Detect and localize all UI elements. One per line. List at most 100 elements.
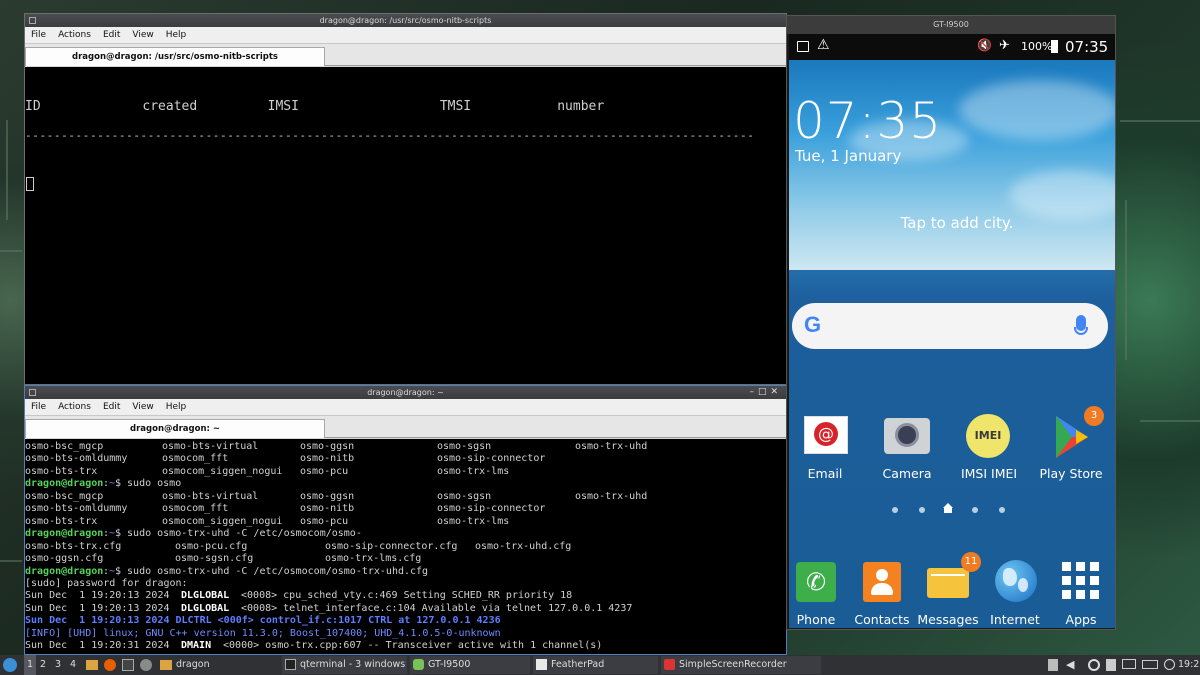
menu-file[interactable]: File [25,399,52,416]
terminal-output[interactable]: ID created IMSI TMSI number ------------… [25,67,786,384]
menu-help[interactable]: Help [160,27,193,44]
tray-battery-icon[interactable] [1142,660,1158,669]
google-search-bar[interactable]: G [792,303,1108,349]
terminal-text-segment: osmo-bts-omldummy [25,503,128,515]
tray-upload-icon[interactable] [1048,659,1058,671]
menu-actions[interactable]: Actions [52,27,97,44]
terminal-text-segment: DMAIN [181,640,212,652]
terminal-icon [285,659,296,670]
terminal-text-segment: osmo-bts-trx [25,515,98,527]
terminal-line: osmo-bts-omldummy osmocom_fft osmo-nitb osm… [25,503,786,516]
airplane-icon: ✈ [999,38,1010,53]
file-manager-icon[interactable] [86,660,98,670]
terminal-text-segment: Sun Dec 1 19:20:31 2024 [25,640,176,652]
workspace-2[interactable]: 2 [40,655,46,675]
tray-volume-icon[interactable]: ◀ [1066,655,1074,675]
folder-dragon-label[interactable]: dragon [176,655,210,675]
terminal-text-segment: <0008> telnet_interface.c:104 Available … [235,602,633,614]
terminal-line: osmo-bts-trx.cfg osmo-pcu.cfg osmo-sip-con… [25,541,786,554]
terminal-tab[interactable]: dragon@dragon: /usr/src/osmo-nitb-script… [25,47,325,66]
minimize-icon[interactable]: – [749,387,758,397]
window-menu-icon[interactable] [29,17,36,24]
terminal-launcher-icon[interactable] [122,659,134,671]
app-internet[interactable]: Internet [979,560,1051,627]
firefox-icon[interactable] [104,659,116,671]
terminal-text-segment: osmo-ggsn [300,490,355,502]
terminal-text-segment: osmo-trx-lms [437,515,510,527]
taskbar-clock[interactable]: 19:20 [1178,655,1200,675]
app-phone[interactable]: ✆ Phone [789,560,852,627]
menu-help[interactable]: Help [160,399,193,416]
menu-view[interactable]: View [126,27,159,44]
window-menu-icon[interactable] [29,389,36,396]
terminal-text-segment: osmocom_siggen_nogui [162,465,283,477]
terminal-text-segment: osmo-sip-connector [437,503,546,515]
app-messages[interactable]: 11 Messages [912,552,984,627]
status-time: 07:35 [1065,38,1109,56]
workspace-4[interactable]: 4 [70,655,76,675]
app-contacts[interactable]: Contacts [846,560,918,627]
app-apps[interactable]: Apps [1045,560,1115,627]
terminal-text-segment: DLGLOBAL [181,590,230,602]
task-gt-i9500[interactable]: GT-I9500 [410,656,530,674]
terminal-text-segment: osmo-bts-trx.cfg [25,540,122,552]
task-simplescreenrecorder[interactable]: SimpleScreenRecorder [661,656,821,674]
task-qterminal[interactable]: qterminal - 3 windows [282,656,407,674]
window-title: dragon@dragon: /usr/src/osmo-nitb-script… [319,16,492,25]
tray-display-icon[interactable] [1122,659,1136,669]
notification-badge: 11 [961,552,981,572]
menu-edit[interactable]: Edit [97,399,126,416]
app-email[interactable]: @ Email [789,414,861,481]
terminal-line: dragon@dragon: ~ $ sudo osmo-trx-uhd -C /e… [25,528,786,541]
terminal-text-segment: osmo-nitb [300,453,355,465]
terminal-text-segment: Sun Dec 1 19:20:13 2024 DLCTRL <000f> co… [25,615,501,627]
menu-view[interactable]: View [126,399,159,416]
menu-edit[interactable]: Edit [97,27,126,44]
contacts-icon [857,560,907,606]
terminal-line: osmo-ggsn.cfg osmo-sgsn.cfg osmo-trx-lms.c… [25,553,786,566]
terminal-line: osmo-bsc_mgcp osmo-bts-virtual osmo-ggsn os… [25,441,786,454]
terminal-text-segment: osmo-sgsn [437,441,492,452]
menu-file[interactable]: File [25,27,52,44]
app-label: Phone [796,612,836,627]
app-imsi-imei[interactable]: IMEI IMSI IMEI [953,414,1025,481]
terminal-line: [INFO] [UHD] linux; GNU C++ version 11.3… [25,628,786,641]
workspace-1[interactable]: 1 [24,655,37,675]
phone-screen[interactable]: ⚠ 🔇 ✈ 100% 07:35 07:35 Tue, 1 January Ta… [789,34,1115,628]
folder-dragon-icon [160,660,172,670]
terminal-text-segment: $ sudo osmo [115,478,182,490]
terminal-text-segment: osmo-trx-uhd [575,490,648,502]
window-titlebar[interactable]: dragon@dragon: ~ –□✕ [25,386,786,399]
app-play-store[interactable]: 3 Play Store [1035,406,1107,481]
tray-power-icon[interactable] [1164,659,1175,670]
terminal-output[interactable]: osmo-bsc_mgcp osmo-bts-virtual osmo-ggsn os… [25,439,786,654]
terminal-line: Sun Dec 1 19:20:13 2024 DLCTRL <000f> co… [25,615,786,628]
tray-clipboard-icon[interactable] [1106,659,1116,671]
globe-icon [990,560,1040,606]
settings-icon[interactable] [140,659,152,671]
window-titlebar[interactable]: GT-I9500 [787,16,1115,34]
terminal-text-segment: osmo-pcu [300,515,349,527]
terminal-tab[interactable]: dragon@dragon: ~ [25,419,325,438]
task-featherpad[interactable]: FeatherPad [533,656,658,674]
imei-icon: IMEI [964,414,1014,460]
tray-network-icon[interactable] [1088,659,1100,671]
window-titlebar[interactable]: dragon@dragon: /usr/src/osmo-nitb-script… [25,14,786,27]
close-icon[interactable]: ✕ [770,387,782,397]
terminal-text-segment: <0000> osmo-trx.cpp:607 -- Transceiver a… [217,640,603,652]
menu-actions[interactable]: Actions [52,399,97,416]
window-controls: –□✕ [749,386,782,399]
play-store-icon: 3 [1046,406,1104,460]
app-camera[interactable]: Camera [871,414,943,481]
terminal-line: dragon@dragon: ~ $ sudo osmo-trx-uhd -C /e… [25,566,786,579]
maximize-icon[interactable]: □ [758,387,771,397]
start-menu-icon[interactable] [3,658,17,672]
weather-widget-bg[interactable]: 07:35 Tue, 1 January Tap to add city. [789,60,1115,270]
weather-add-city[interactable]: Tap to add city. [877,214,1037,232]
terminal-tab-label: dragon@dragon: ~ [130,424,220,434]
recorder-icon [664,659,675,670]
terminal-text-segment: Sun Dec 1 19:20:13 2024 [25,590,176,602]
workspace-3[interactable]: 3 [55,655,61,675]
menu-bar: File Actions Edit View Help [25,27,786,44]
terminal-text-segment: osmo-sgsn [437,490,492,502]
